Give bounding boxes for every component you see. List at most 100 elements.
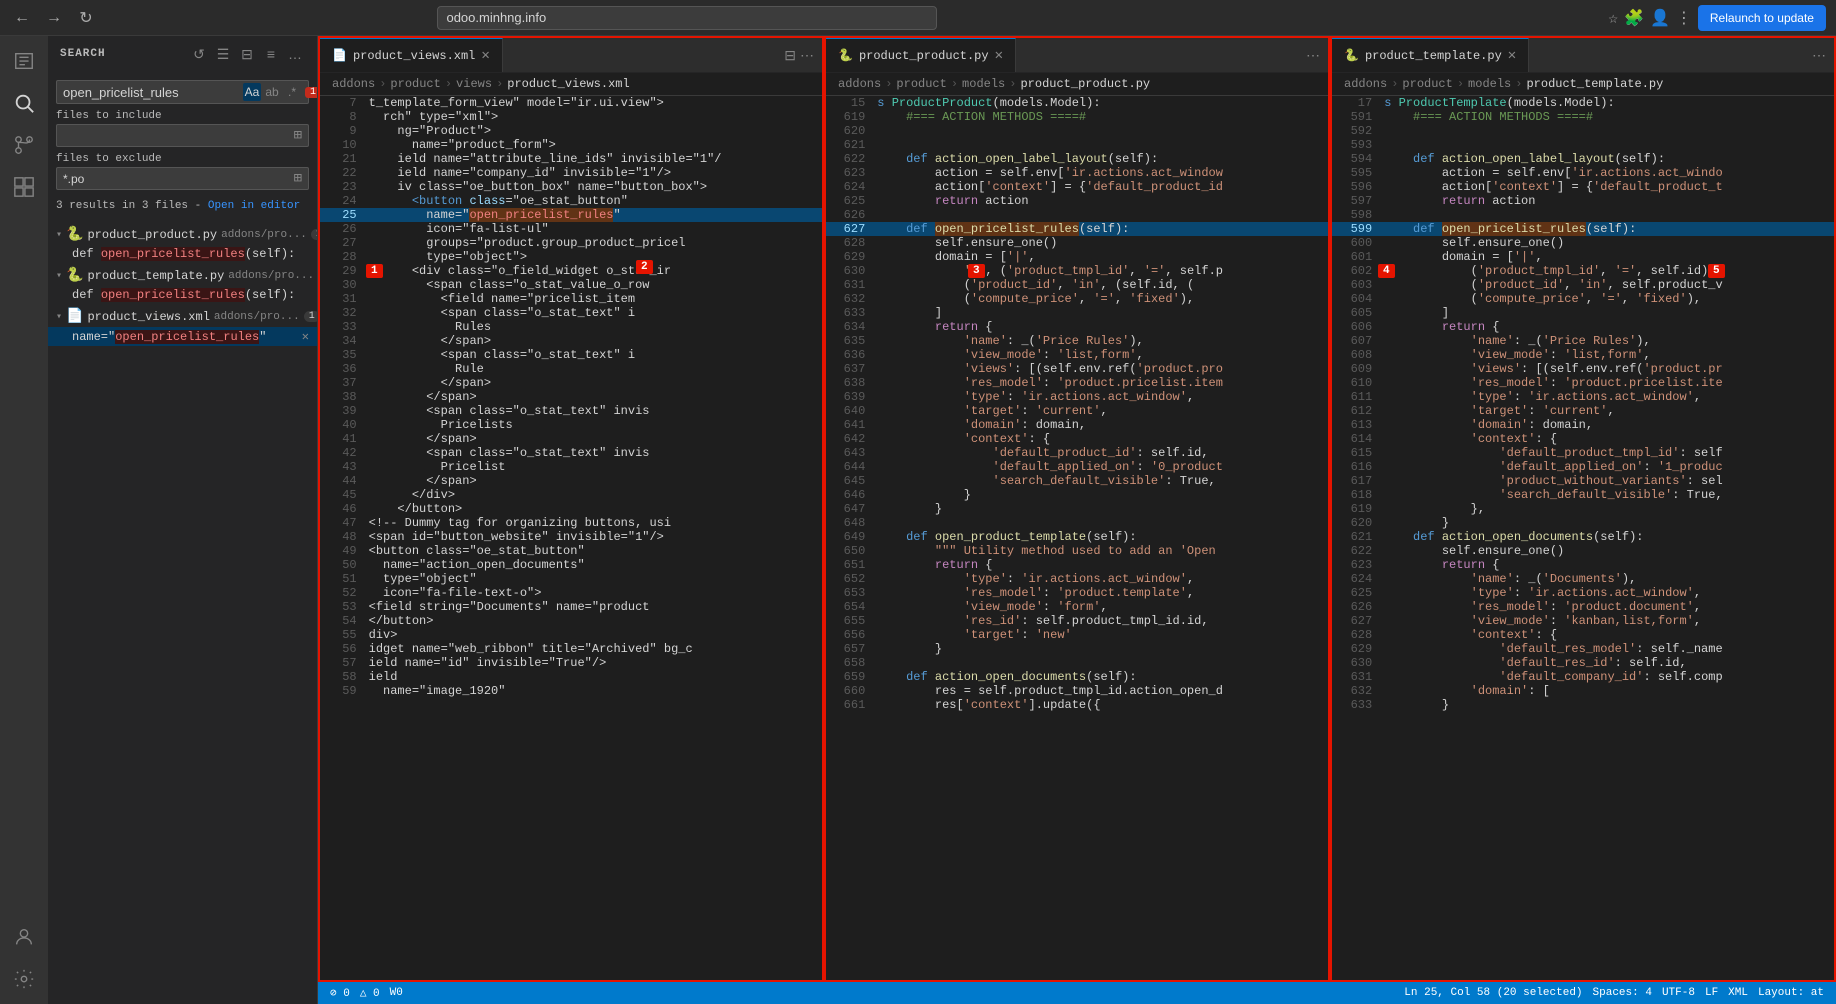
extensions-icon[interactable] bbox=[7, 170, 41, 204]
status-branch[interactable]: W0 bbox=[390, 987, 403, 999]
breadcrumb-1: addons › product › views › product_views… bbox=[320, 73, 822, 96]
code-line: 52 icon="fa-file-text-o"> bbox=[320, 586, 822, 600]
code-line: 30 <span class="o_stat_value_o_row bbox=[320, 278, 822, 292]
code-line: 36 Rule bbox=[320, 362, 822, 376]
status-warnings[interactable]: △ 0 bbox=[360, 986, 380, 1000]
code-line: 638 'res_model': 'product.pricelist.item bbox=[826, 376, 1328, 390]
results-summary: 3 results in 3 files - Open in editor bbox=[56, 196, 309, 216]
whole-word-btn[interactable]: ab bbox=[263, 83, 281, 101]
result-file-header-product-template[interactable]: ▾ 🐍 product_template.py addons/pro... 1 bbox=[48, 265, 317, 286]
code-line: 658 bbox=[826, 656, 1328, 670]
editor-columns: 1 2 3 4 5 📄 product_views.xml ✕ bbox=[318, 36, 1836, 982]
regex-btn[interactable]: .* bbox=[283, 83, 301, 101]
more-tab-btn-2[interactable]: ⋯ bbox=[1306, 47, 1320, 64]
sidebar-header: SEARCH ↺ ☰ ⊟ ≡ … bbox=[48, 36, 317, 72]
code-line: 631 ('product_id', 'in', (self.id, ( bbox=[826, 278, 1328, 292]
code-line: 44 </span> bbox=[320, 474, 822, 488]
clear-results-btn[interactable]: ☰ bbox=[213, 44, 233, 64]
tab-actions-1: ⊟ ⋯ bbox=[776, 47, 822, 64]
code-line: 24 <button class="oe_stat_button" bbox=[320, 194, 822, 208]
code-line: 641 'domain': domain, bbox=[826, 418, 1328, 432]
refresh-results-btn[interactable]: ↺ bbox=[189, 44, 209, 64]
status-errors[interactable]: ⊘ 0 bbox=[330, 986, 350, 1000]
code-line: 53<field string="Documents" name="produc… bbox=[320, 600, 822, 614]
tab-close-xml[interactable]: ✕ bbox=[481, 47, 489, 64]
result-match-product-template[interactable]: def open_pricelist_rules(self): bbox=[48, 286, 317, 304]
status-line-col[interactable]: Ln 25, Col 58 (20 selected) bbox=[1404, 987, 1582, 999]
py-file-icon: 🐍 bbox=[66, 226, 83, 243]
code-line: 55div> bbox=[320, 628, 822, 642]
status-layout[interactable]: Layout: at bbox=[1758, 987, 1824, 999]
tab-product-template[interactable]: 🐍 product_template.py ✕ bbox=[1332, 38, 1529, 73]
code-line: 615 'default_product_tmpl_id': self bbox=[1332, 446, 1834, 460]
code-line: 596 action['context'] = {'default_produc… bbox=[1332, 180, 1834, 194]
code-line: 632 ('compute_price', '=', 'fixed'), bbox=[826, 292, 1328, 306]
forward-button[interactable]: → bbox=[42, 6, 66, 30]
files-exclude-input[interactable] bbox=[63, 172, 294, 186]
status-encoding[interactable]: UTF-8 bbox=[1662, 987, 1695, 999]
refresh-button[interactable]: ↻ bbox=[74, 6, 98, 30]
code-lines-3: 17s ProductTemplate(models.Model): 591 #… bbox=[1332, 96, 1834, 712]
code-line: 59 name="image_1920" bbox=[320, 684, 822, 698]
editor-column-3: 🐍 product_template.py ✕ ⋯ addons › produ… bbox=[1330, 36, 1836, 982]
result-file-header-product-views[interactable]: ▾ 📄 product_views.xml addons/pro... 1 bbox=[48, 306, 317, 327]
code-line: 602 ('product_tmpl_id', '=', self.id), bbox=[1332, 264, 1834, 278]
match-text-product-views: name="open_pricelist_rules" bbox=[72, 330, 298, 344]
code-line: 655 'res_id': self.product_tmpl_id.id, bbox=[826, 614, 1328, 628]
files-include-icon[interactable]: ⊞ bbox=[294, 127, 302, 144]
code-editor-3[interactable]: 17s ProductTemplate(models.Model): 591 #… bbox=[1332, 96, 1834, 980]
files-exclude-icon[interactable]: ⊞ bbox=[294, 170, 302, 187]
more-tab-btn-3[interactable]: ⋯ bbox=[1812, 47, 1826, 64]
account-icon[interactable] bbox=[7, 920, 41, 954]
view-as-tree-btn[interactable]: ≡ bbox=[261, 44, 281, 64]
status-line-ending[interactable]: LF bbox=[1705, 987, 1718, 999]
tab-bar-1: 📄 product_views.xml ✕ ⊟ ⋯ bbox=[320, 38, 822, 73]
status-spaces[interactable]: Spaces: 4 bbox=[1593, 987, 1652, 999]
result-file-header-product-product[interactable]: ▾ 🐍 product_product.py addons/pro... 1 bbox=[48, 224, 317, 245]
tab-close-py3[interactable]: ✕ bbox=[1508, 47, 1516, 64]
search-input[interactable] bbox=[63, 85, 239, 100]
star-icon: ☆ bbox=[1608, 8, 1618, 28]
code-line: 616 'default_applied_on': '1_produc bbox=[1332, 460, 1834, 474]
code-line: 624 action['context'] = {'default_produc… bbox=[826, 180, 1328, 194]
url-bar[interactable] bbox=[437, 6, 937, 30]
code-line: 620 } bbox=[1332, 516, 1834, 530]
code-editor-2[interactable]: 15s ProductProduct(models.Model): 619 #=… bbox=[826, 96, 1328, 980]
collapse-icon2: ▾ bbox=[56, 270, 62, 282]
files-include-input[interactable] bbox=[63, 129, 294, 143]
code-line: 604 ('compute_price', '=', 'fixed'), bbox=[1332, 292, 1834, 306]
code-lines-2: 15s ProductProduct(models.Model): 619 #=… bbox=[826, 96, 1328, 712]
tab-bar-2: 🐍 product_product.py ✕ ⋯ bbox=[826, 38, 1328, 73]
source-control-icon[interactable] bbox=[7, 128, 41, 162]
split-editor-btn[interactable]: ⊟ bbox=[784, 47, 796, 64]
more-tab-btn[interactable]: ⋯ bbox=[800, 47, 814, 64]
code-line: 637 'views': [(self.env.ref('product.pro bbox=[826, 362, 1328, 376]
tab-product-views[interactable]: 📄 product_views.xml ✕ bbox=[320, 38, 503, 73]
explorer-icon[interactable] bbox=[7, 44, 41, 78]
back-button[interactable]: ← bbox=[10, 6, 34, 30]
status-language[interactable]: XML bbox=[1728, 987, 1748, 999]
editor-area: SEARCH ↺ ☰ ⊟ ≡ … Aa ab .* bbox=[0, 36, 1836, 1004]
code-line: 625 return action bbox=[826, 194, 1328, 208]
result-match-product-views[interactable]: name="open_pricelist_rules" ✕ bbox=[48, 327, 317, 346]
search-activity-icon[interactable] bbox=[7, 86, 41, 120]
tab-product-product[interactable]: 🐍 product_product.py ✕ bbox=[826, 38, 1016, 73]
code-line: 657 } bbox=[826, 642, 1328, 656]
code-line: 628 self.ensure_one() bbox=[826, 236, 1328, 250]
code-line: 630 'default_res_id': self.id, bbox=[1332, 656, 1834, 670]
code-editor-1[interactable]: 7t_template_form_view" model="ir.ui.view… bbox=[320, 96, 822, 980]
result-match-product-product[interactable]: def open_pricelist_rules(self): bbox=[48, 245, 317, 263]
collapse-all-btn[interactable]: ⊟ bbox=[237, 44, 257, 64]
match-close-icon[interactable]: ✕ bbox=[302, 329, 309, 344]
open-in-editor-link[interactable]: Open in editor bbox=[208, 200, 300, 212]
settings-icon[interactable] bbox=[7, 962, 41, 996]
relaunch-button[interactable]: Relaunch to update bbox=[1698, 5, 1826, 31]
match-case-btn[interactable]: Aa bbox=[243, 83, 261, 101]
code-line: 54</button> bbox=[320, 614, 822, 628]
tab-close-py[interactable]: ✕ bbox=[995, 47, 1003, 64]
tab-icon-xml: 📄 bbox=[332, 48, 347, 63]
code-line: 613 'domain': domain, bbox=[1332, 418, 1834, 432]
code-line: 625 'type': 'ir.actions.act_window', bbox=[1332, 586, 1834, 600]
code-line: 612 'target': 'current', bbox=[1332, 404, 1834, 418]
more-actions-btn[interactable]: … bbox=[285, 44, 305, 64]
